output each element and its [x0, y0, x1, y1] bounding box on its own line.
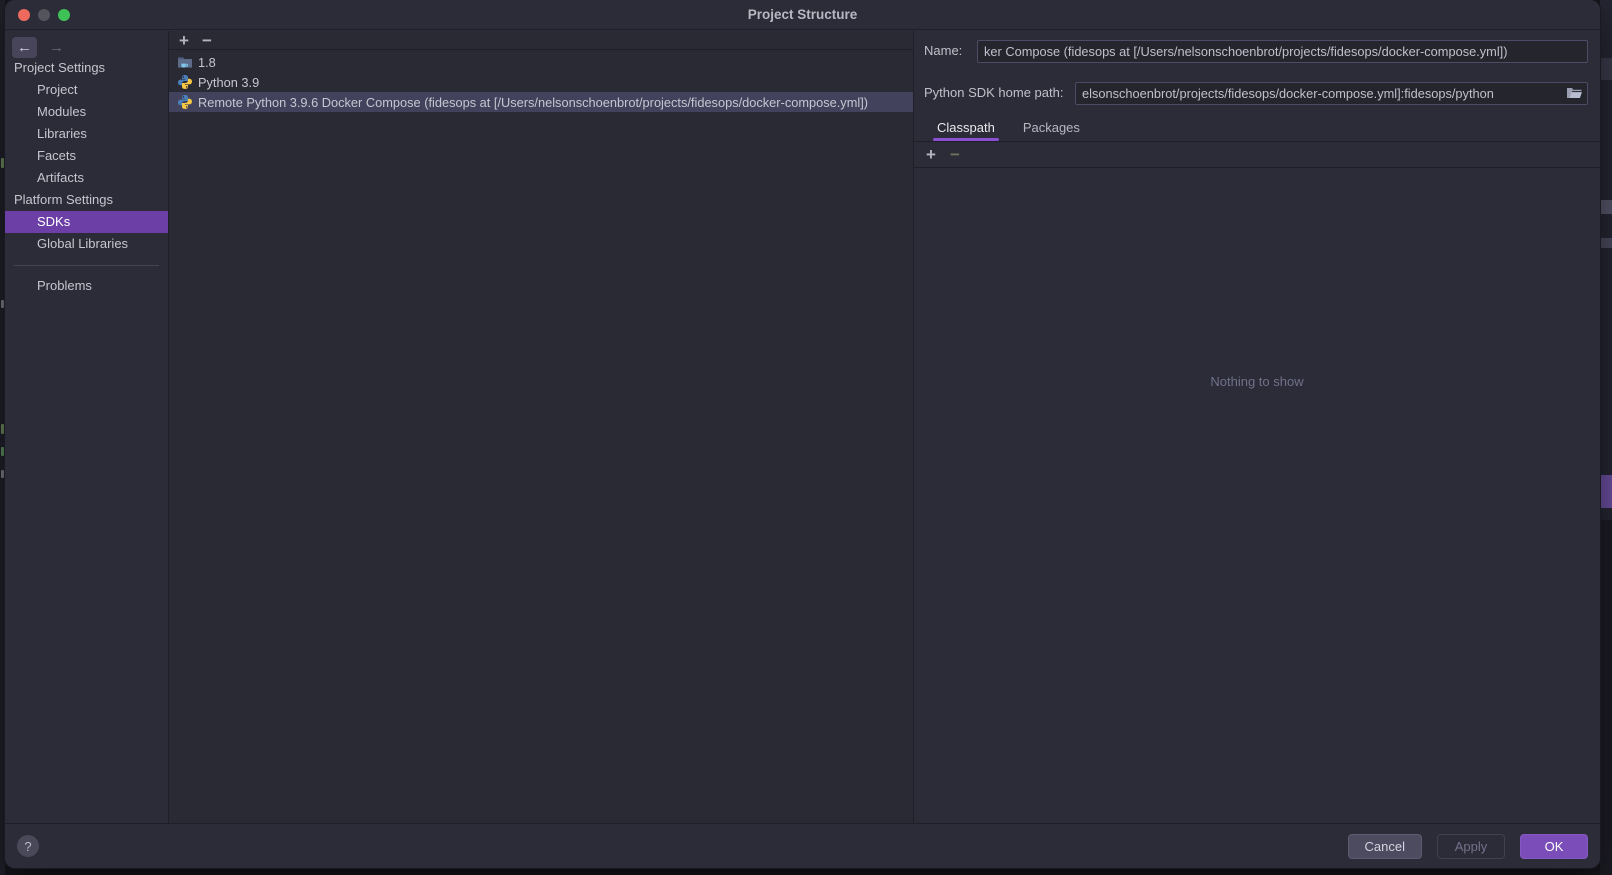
settings-sidebar: ← → Project Settings Project Modules Lib… [5, 31, 169, 823]
python-icon [177, 94, 193, 110]
dialog-footer: ? Cancel Apply OK [5, 823, 1600, 868]
sdk-row-label: Remote Python 3.9.6 Docker Compose (fide… [198, 95, 868, 110]
project-structure-dialog: Project Structure ← → Project Settings P… [5, 0, 1600, 868]
minimize-window-icon[interactable] [38, 9, 50, 21]
python-icon [177, 74, 193, 90]
section-header-platform-settings: Platform Settings [5, 189, 168, 211]
sdk-row-jdk[interactable]: 1.8 [169, 52, 913, 72]
sidebar-item-artifacts[interactable]: Artifacts [5, 167, 168, 189]
close-window-icon[interactable] [18, 9, 30, 21]
sidebar-divider [14, 265, 159, 266]
sdk-list-panel: + − 1.8 [169, 31, 914, 823]
sdk-list-toolbar: + − [169, 31, 913, 50]
dialog-content: ← → Project Settings Project Modules Lib… [5, 31, 1600, 823]
sdk-row-label: Python 3.9 [198, 75, 259, 90]
tab-classpath[interactable]: Classpath [937, 115, 995, 141]
background-window-right-sliver [1600, 0, 1612, 875]
help-icon[interactable]: ? [17, 835, 39, 857]
cancel-button[interactable]: Cancel [1348, 834, 1422, 859]
title-bar: Project Structure [5, 0, 1600, 30]
back-arrow-icon[interactable]: ← [12, 37, 37, 58]
sidebar-item-sdks[interactable]: SDKs [5, 211, 168, 233]
tab-packages[interactable]: Packages [1023, 115, 1080, 141]
sdk-list: 1.8 Python 3.9 [169, 50, 913, 112]
forward-arrow-icon[interactable]: → [44, 37, 69, 58]
scrollbar-fragment [1600, 475, 1612, 508]
sdk-name-input[interactable] [978, 44, 1587, 59]
sidebar-item-global-libraries[interactable]: Global Libraries [5, 233, 168, 255]
add-path-icon[interactable]: + [926, 146, 936, 163]
sidebar-item-libraries[interactable]: Libraries [5, 123, 168, 145]
zoom-window-icon[interactable] [58, 9, 70, 21]
sidebar-item-project[interactable]: Project [5, 79, 168, 101]
sdk-row-remote-python[interactable]: Remote Python 3.9.6 Docker Compose (fide… [169, 92, 913, 112]
code-fragment [1, 447, 4, 456]
sdk-detail-panel: Name: Python SDK home path: Classpath Pa… [914, 31, 1600, 823]
empty-state-text: Nothing to show [914, 374, 1600, 389]
history-nav: ← → [5, 31, 168, 58]
name-field-wrapper [977, 40, 1588, 63]
home-path-label: Python SDK home path: [924, 82, 1063, 104]
remove-sdk-icon[interactable]: − [202, 32, 212, 49]
window-fragment [1600, 520, 1612, 875]
sdk-row-python39[interactable]: Python 3.9 [169, 72, 913, 92]
section-header-project-settings: Project Settings [5, 57, 168, 79]
home-path-input[interactable] [1076, 86, 1564, 101]
ok-button[interactable]: OK [1520, 834, 1588, 859]
folder-open-icon[interactable] [1564, 86, 1584, 102]
home-path-field-wrapper [1075, 82, 1588, 105]
window-fragment [1600, 200, 1612, 214]
window-fragment [1600, 238, 1612, 248]
dialog-title: Project Structure [5, 0, 1600, 30]
sdk-row-label: 1.8 [198, 55, 216, 70]
settings-category-list: Project Settings Project Modules Librari… [5, 57, 168, 297]
classpath-toolbar: + − [914, 142, 1600, 168]
name-label: Name: [924, 40, 962, 62]
jdk-icon [177, 54, 193, 70]
code-fragment [1, 424, 4, 434]
code-fragment [1, 300, 4, 308]
classpath-packages-tabs: Classpath Packages [914, 115, 1600, 142]
sidebar-item-facets[interactable]: Facets [5, 145, 168, 167]
sidebar-item-modules[interactable]: Modules [5, 101, 168, 123]
window-fragment [1600, 58, 1612, 80]
code-fragment [1, 158, 4, 168]
remove-path-icon: − [950, 146, 960, 163]
add-sdk-icon[interactable]: + [179, 32, 189, 49]
apply-button: Apply [1437, 834, 1505, 859]
sidebar-item-problems[interactable]: Problems [5, 275, 168, 297]
code-fragment [1, 470, 4, 478]
